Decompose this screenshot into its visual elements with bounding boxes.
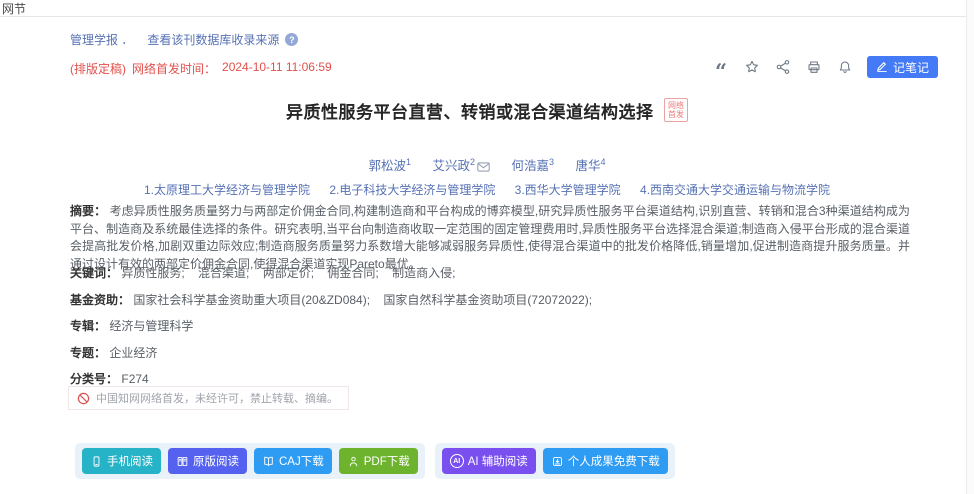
publish-time-value: 2024-10-11 11:06:59 xyxy=(222,60,332,77)
keyword-link-1[interactable]: 异质性服务; xyxy=(121,266,184,280)
ai-icon: AI xyxy=(450,454,464,468)
email-icon xyxy=(475,159,490,173)
read-download-group: 手机阅读 原版阅读 CAJ下载 PDF下载 xyxy=(75,443,425,479)
author-name: 唐华 xyxy=(576,159,601,173)
download-box-icon xyxy=(551,455,564,468)
take-notes-label: 记笔记 xyxy=(893,59,929,76)
open-book-icon xyxy=(262,455,275,468)
clc-row: 分类号： F274 xyxy=(70,370,149,387)
affiliation-list: 1.太原理工大学经济与管理学院 2.电子科技大学经济与管理学院 3.西华大学管理… xyxy=(0,181,974,198)
topic-row: 专题： 企业经济 xyxy=(70,344,157,361)
personal-free-download-label: 个人成果免费下载 xyxy=(568,453,660,469)
affiliation-1[interactable]: 1.太原理工大学经济与管理学院 xyxy=(144,183,310,197)
affiliation-2[interactable]: 2.电子科技大学经济与管理学院 xyxy=(329,183,495,197)
clc-value: F274 xyxy=(121,372,148,386)
abstract-paragraph: 摘要： 考虑异质性服务质量努力与两部定价佣金合同,构建制造商和平台构成的博弈模型… xyxy=(70,203,910,273)
topic-label: 专题： xyxy=(70,346,106,360)
ai-assist-read-label: AI 辅助阅读 xyxy=(468,453,528,469)
caj-download-label: CAJ下载 xyxy=(279,453,324,469)
article-toolbar: “ 记笔记 xyxy=(712,55,938,79)
top-strip-label: 网节 xyxy=(2,0,26,17)
pdf-download-label: PDF下载 xyxy=(364,453,410,469)
album-value: 经济与管理科学 xyxy=(109,319,193,333)
clc-label: 分类号： xyxy=(70,372,118,386)
author-list: 郭松波1 艾兴政2 何浩嘉3 唐华4 xyxy=(0,155,974,174)
copyright-text: 中国知网网络首发，未经许可，禁止转载、摘编。 xyxy=(96,390,338,406)
topic-value: 企业经济 xyxy=(109,346,157,360)
fund-label: 基金资助： xyxy=(70,293,130,307)
author-sup: 1 xyxy=(406,157,411,167)
album-label: 专辑： xyxy=(70,319,106,333)
no-reprint-icon xyxy=(77,392,90,405)
ai-assist-read-button[interactable]: AI AI 辅助阅读 xyxy=(442,448,536,474)
journal-row: 管理学报 ． 查看该刊数据库收录来源 ? xyxy=(70,31,298,48)
author-link-4[interactable]: 唐华4 xyxy=(576,159,606,173)
bell-icon[interactable] xyxy=(836,58,854,76)
pdf-download-button[interactable]: PDF下载 xyxy=(339,448,418,474)
pen-icon xyxy=(876,60,888,75)
online-first-badge: 网络 首发 xyxy=(664,98,688,122)
fund-link-1[interactable]: 国家社会科学基金资助重大项目(20&ZD084); xyxy=(133,293,370,307)
mobile-icon xyxy=(90,455,103,468)
fund-link-2[interactable]: 国家自然科学基金资助项目(72072022); xyxy=(383,293,592,307)
publish-row: (排版定稿) 网络首发时间： 2024-10-11 11:06:59 xyxy=(70,60,332,77)
album-row: 专辑： 经济与管理科学 xyxy=(70,317,193,334)
share-icon[interactable] xyxy=(774,58,792,76)
mobile-read-label: 手机阅读 xyxy=(107,453,153,469)
abstract-label: 摘要： xyxy=(70,204,106,218)
journal-link[interactable]: 管理学报 ． xyxy=(70,31,133,48)
take-notes-button[interactable]: 记笔记 xyxy=(867,56,938,78)
affiliation-3[interactable]: 3.西华大学管理学院 xyxy=(515,183,621,197)
author-link-2[interactable]: 艾兴政2 xyxy=(432,159,490,173)
original-read-label: 原版阅读 xyxy=(193,453,239,469)
author-name: 艾兴政 xyxy=(432,159,470,173)
star-icon[interactable] xyxy=(743,58,761,76)
assist-group: AI AI 辅助阅读 个人成果免费下载 xyxy=(435,443,675,479)
source-database-link[interactable]: 查看该刊数据库收录来源 xyxy=(147,31,279,48)
author-sup: 4 xyxy=(601,157,606,167)
keyword-link-3[interactable]: 两部定价; xyxy=(263,266,314,280)
publish-time-label: 网络首发时间： xyxy=(132,60,216,77)
pages-icon xyxy=(176,455,189,468)
scrollbar-track[interactable] xyxy=(966,0,974,494)
keyword-link-4[interactable]: 佣金合同; xyxy=(327,266,378,280)
abstract-text: 考虑异质性服务质量努力与两部定价佣金合同,构建制造商和平台构成的博弈模型,研究异… xyxy=(70,204,910,271)
keyword-link-5[interactable]: 制造商入侵; xyxy=(392,266,455,280)
caj-download-button[interactable]: CAJ下载 xyxy=(254,448,332,474)
affiliation-4[interactable]: 4.西南交通大学交通运输与物流学院 xyxy=(640,183,830,197)
badge-line2: 首发 xyxy=(668,110,684,119)
action-button-bar: 手机阅读 原版阅读 CAJ下载 PDF下载 AI AI 辅助阅读 个人成 xyxy=(75,443,675,479)
keywords-row: 关键词： 异质性服务; 混合渠道; 两部定价; 佣金合同; 制造商入侵; xyxy=(70,264,465,281)
mobile-read-button[interactable]: 手机阅读 xyxy=(82,448,161,474)
help-icon[interactable]: ? xyxy=(285,33,298,46)
keyword-link-2[interactable]: 混合渠道; xyxy=(198,266,249,280)
person-icon xyxy=(347,455,360,468)
author-link-3[interactable]: 何浩嘉3 xyxy=(511,159,554,173)
author-sup: 3 xyxy=(549,157,554,167)
quote-icon[interactable]: “ xyxy=(712,58,730,76)
print-icon[interactable] xyxy=(805,58,823,76)
badge-line1: 网络 xyxy=(668,101,684,110)
author-link-1[interactable]: 郭松波1 xyxy=(368,159,411,173)
top-strip: 网节 xyxy=(0,0,974,17)
copyright-notice: 中国知网网络首发，未经许可，禁止转载、摘编。 xyxy=(68,386,349,410)
keywords-label: 关键词： xyxy=(70,266,118,280)
page-title: 异质性服务平台直营、转销或混合渠道结构选择 xyxy=(286,103,654,122)
personal-free-download-button[interactable]: 个人成果免费下载 xyxy=(543,448,668,474)
author-name: 何浩嘉 xyxy=(511,159,549,173)
author-name: 郭松波 xyxy=(368,159,406,173)
fund-row: 基金资助： 国家社会科学基金资助重大项目(20&ZD084); 国家自然科学基金… xyxy=(70,291,602,308)
title-row: 异质性服务平台直营、转销或混合渠道结构选择 网络 首发 xyxy=(0,98,974,123)
version-note: (排版定稿) xyxy=(70,60,126,77)
cnki-article-page: 网节 管理学报 ． 查看该刊数据库收录来源 ? (排版定稿) 网络首发时间： 2… xyxy=(0,0,974,494)
original-read-button[interactable]: 原版阅读 xyxy=(168,448,247,474)
